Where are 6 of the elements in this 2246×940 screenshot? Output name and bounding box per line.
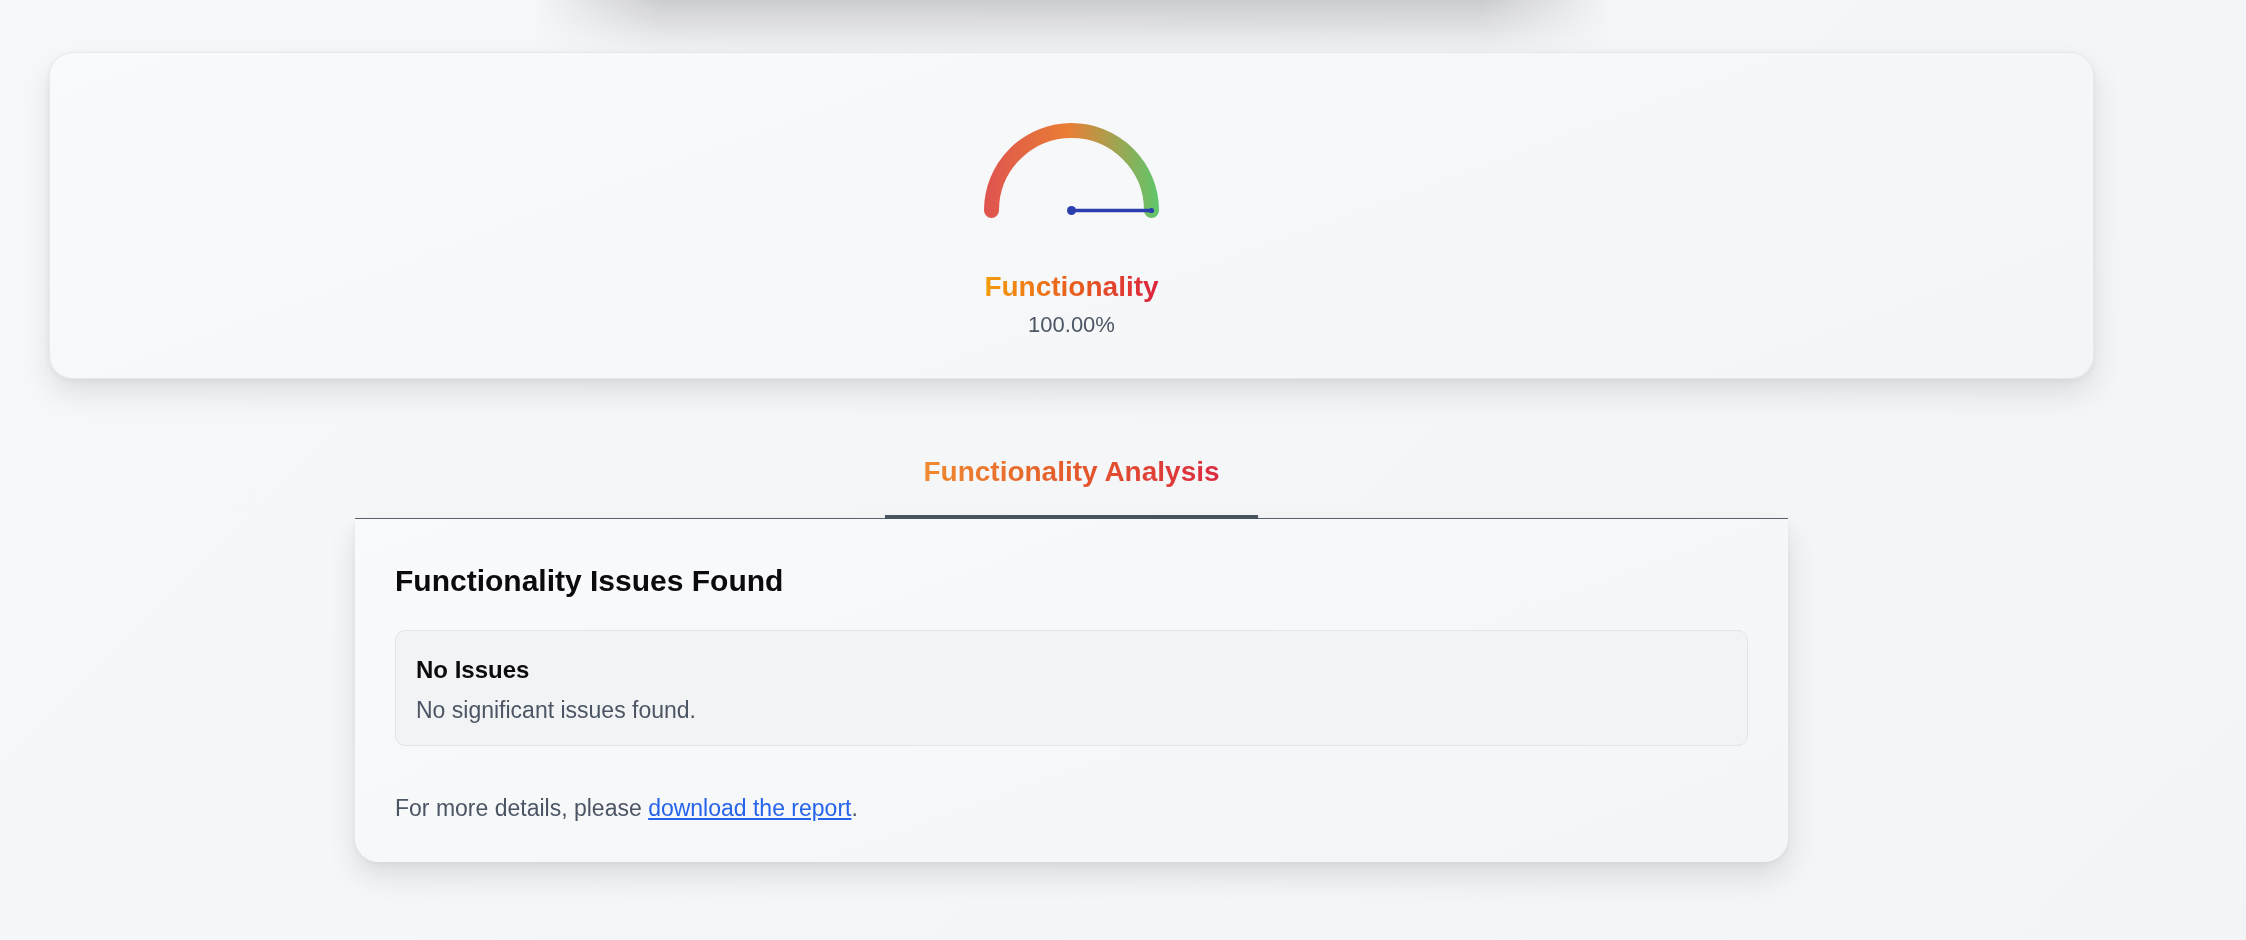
details-note: For more details, please download the report. xyxy=(395,794,859,822)
download-report-link[interactable]: download the report xyxy=(648,795,852,821)
panel-heading: Functionality Issues Found xyxy=(395,563,785,599)
gauge-value: 100.00% xyxy=(1028,312,1115,338)
issue-title: No Issues xyxy=(416,656,531,684)
issue-description: No significant issues found. xyxy=(416,696,697,724)
